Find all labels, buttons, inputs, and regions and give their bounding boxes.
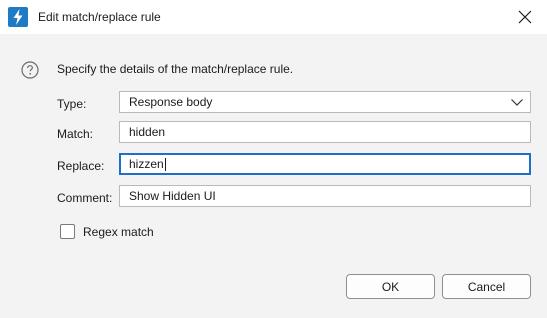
replace-input[interactable]: hizzen bbox=[119, 153, 531, 175]
match-input-value: hidden bbox=[129, 125, 166, 139]
regex-checkbox-label[interactable]: Regex match bbox=[83, 225, 154, 239]
replace-label: Replace: bbox=[57, 159, 105, 173]
match-label: Match: bbox=[57, 127, 94, 141]
comment-input[interactable]: Show Hidden UI bbox=[119, 185, 531, 207]
lightning-bolt-icon bbox=[8, 7, 28, 27]
title-bar: Edit match/replace rule bbox=[0, 0, 547, 34]
type-label: Type: bbox=[57, 97, 87, 111]
replace-input-value: hizzen bbox=[129, 157, 164, 171]
cancel-button[interactable]: Cancel bbox=[442, 274, 531, 299]
close-icon bbox=[518, 10, 531, 24]
question-circle-icon bbox=[21, 61, 39, 79]
close-button[interactable] bbox=[502, 0, 547, 34]
window-title: Edit match/replace rule bbox=[38, 10, 161, 24]
comment-label: Comment: bbox=[57, 191, 113, 205]
regex-checkbox[interactable] bbox=[60, 224, 75, 239]
type-select[interactable]: Response body bbox=[119, 91, 531, 113]
ok-button[interactable]: OK bbox=[346, 274, 435, 299]
type-select-value: Response body bbox=[129, 95, 213, 109]
instruction-text: Specify the details of the match/replace… bbox=[57, 62, 294, 76]
comment-input-value: Show Hidden UI bbox=[129, 189, 216, 203]
match-input[interactable]: hidden bbox=[119, 121, 531, 143]
text-caret bbox=[164, 158, 166, 172]
edit-rule-dialog: Edit match/replace rule Specify the deta… bbox=[0, 0, 547, 318]
chevron-down-icon bbox=[511, 99, 523, 106]
